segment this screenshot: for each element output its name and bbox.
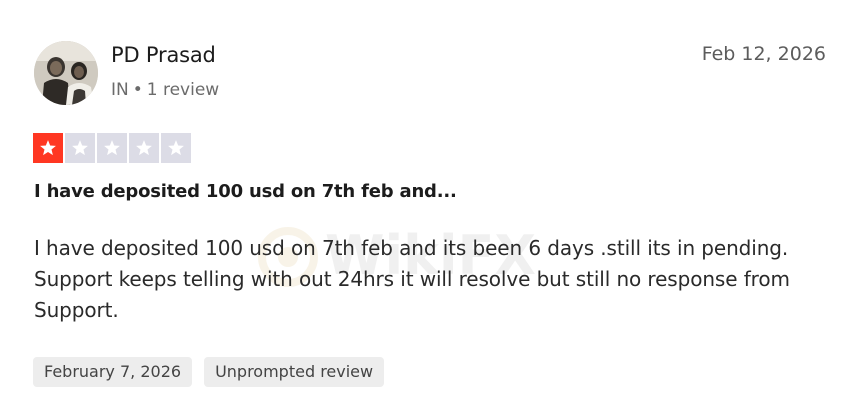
avatar[interactable] — [34, 41, 98, 105]
experience-date-tag: February 7, 2026 — [33, 357, 193, 387]
star-filled-icon — [33, 133, 63, 163]
reviewer-name[interactable]: PD Prasad — [111, 43, 216, 67]
review-date: Feb 12, 2026 — [701, 43, 826, 65]
star-empty-icon — [65, 133, 95, 163]
review-type-tag[interactable]: Unprompted review — [204, 357, 385, 387]
star-empty-icon — [129, 133, 159, 163]
meta-separator: • — [132, 80, 143, 100]
review-tags: February 7, 2026 Unprompted review — [33, 357, 385, 387]
avatar-photo — [34, 41, 98, 105]
review-body: I have deposited 100 usd on 7th feb and … — [34, 236, 790, 322]
reviewer-country: IN — [111, 80, 129, 100]
reviewer-review-count: 1 review — [146, 80, 220, 100]
review-card: PD Prasad IN • 1 review Feb 12, 2026 I hav… — [0, 0, 853, 414]
star-empty-icon — [97, 133, 127, 163]
reviewer-meta: IN • 1 review — [111, 80, 219, 100]
review-title[interactable]: I have deposited 100 usd on 7th feb and.… — [34, 181, 457, 202]
star-rating — [33, 133, 191, 163]
star-empty-icon — [161, 133, 191, 163]
